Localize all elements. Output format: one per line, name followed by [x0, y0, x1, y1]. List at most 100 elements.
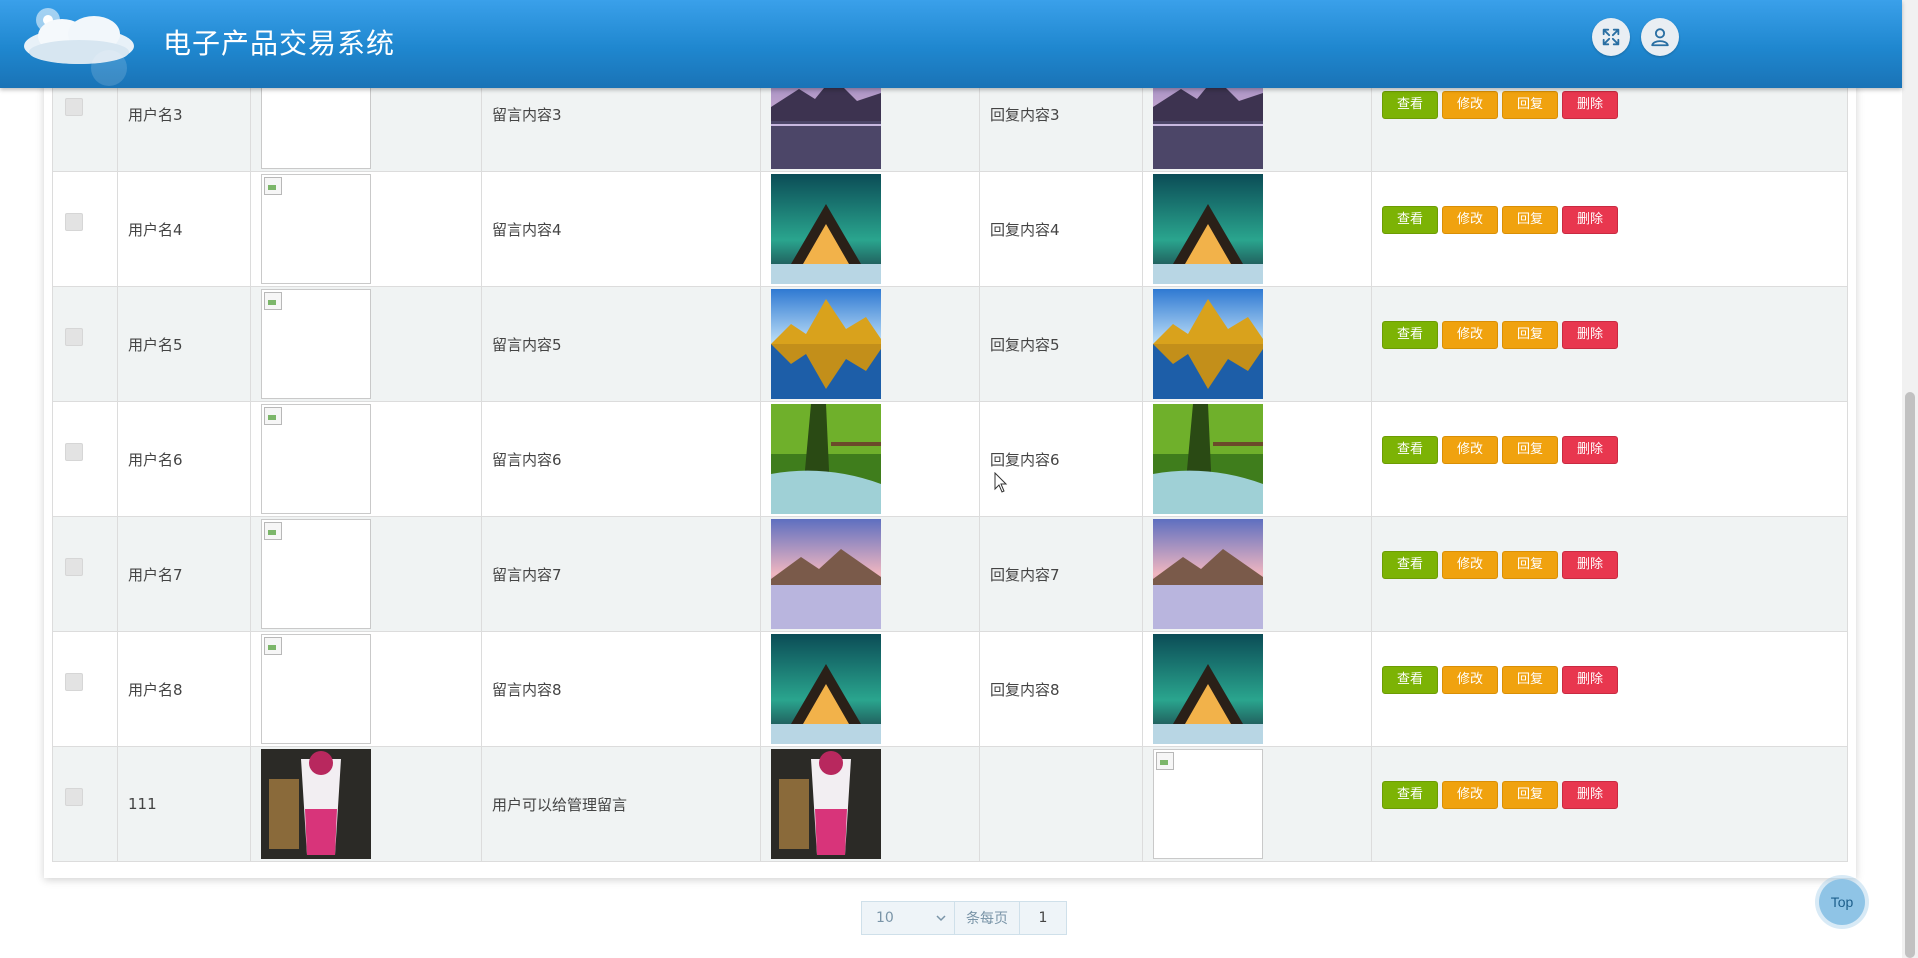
view-button[interactable]: 查看 — [1382, 435, 1439, 464]
avatar-image — [261, 749, 371, 859]
view-button[interactable]: 查看 — [1382, 320, 1439, 349]
delete-button[interactable]: 删除 — [1562, 665, 1619, 694]
edit-button[interactable]: 修改 — [1442, 320, 1499, 349]
reply-button[interactable]: 回复 — [1502, 90, 1559, 119]
reply-image — [1153, 174, 1263, 284]
row-checkbox[interactable] — [65, 558, 83, 576]
delete-button[interactable]: 删除 — [1562, 90, 1619, 119]
fullscreen-button[interactable] — [1592, 18, 1630, 56]
delete-button[interactable]: 删除 — [1562, 320, 1619, 349]
user-button[interactable] — [1641, 18, 1679, 56]
broken-image-icon — [261, 174, 371, 284]
reply-image — [1153, 519, 1263, 629]
reply-cell — [979, 746, 1143, 862]
edit-button[interactable]: 修改 — [1442, 90, 1499, 119]
back-to-top-button[interactable]: Top — [1819, 879, 1865, 925]
pagination: 10 条每页 1 — [861, 901, 1067, 935]
message-cell: 留言内容6 — [481, 401, 761, 517]
table-row: 用户名6 留言内容6 回复内容6 查看 修改 回复 删除 — [52, 401, 1848, 517]
reply-cell: 回复内容4 — [979, 171, 1143, 287]
username-cell: 用户名4 — [117, 171, 251, 287]
message-cell: 留言内容8 — [481, 631, 761, 747]
table-row: 用户名7 留言内容7 回复内容7 查看 修改 回复 删除 — [52, 516, 1848, 632]
table-row: 111 用户可以给管理留言 查看 修改 回复 删除 — [52, 746, 1848, 862]
edit-button[interactable]: 修改 — [1442, 205, 1499, 234]
page-size-value: 10 — [876, 910, 894, 926]
user-icon — [1651, 28, 1669, 47]
row-checkbox[interactable] — [65, 98, 83, 116]
vertical-scrollbar[interactable] — [1902, 0, 1918, 958]
actions-cell: 查看 修改 回复 删除 — [1371, 401, 1848, 517]
view-button[interactable]: 查看 — [1382, 780, 1439, 809]
message-cell: 用户可以给管理留言 — [481, 746, 761, 862]
message-image — [771, 174, 881, 284]
reply-button[interactable]: 回复 — [1502, 665, 1559, 694]
broken-image-icon — [261, 519, 371, 629]
reply-button[interactable]: 回复 — [1502, 550, 1559, 579]
row-checkbox[interactable] — [65, 213, 83, 231]
reply-button[interactable]: 回复 — [1502, 205, 1559, 234]
view-button[interactable]: 查看 — [1382, 205, 1439, 234]
username-cell: 111 — [117, 746, 251, 862]
page-size-select[interactable]: 10 — [862, 902, 955, 934]
table-row: 用户名8 留言内容8 回复内容8 查看 修改 回复 删除 — [52, 631, 1848, 747]
top-header: 电子产品交易系统 — [0, 0, 1902, 88]
table-row: 用户名5 留言内容5 回复内容5 查看 修改 回复 删除 — [52, 286, 1848, 402]
reply-image — [1153, 634, 1263, 744]
delete-button[interactable]: 删除 — [1562, 550, 1619, 579]
reply-button[interactable]: 回复 — [1502, 435, 1559, 464]
message-image — [771, 289, 881, 399]
page-number[interactable]: 1 — [1020, 902, 1066, 934]
username-cell: 用户名7 — [117, 516, 251, 632]
reply-cell: 回复内容5 — [979, 286, 1143, 402]
message-cell: 留言内容4 — [481, 171, 761, 287]
message-image — [771, 634, 881, 744]
message-image — [771, 519, 881, 629]
delete-button[interactable]: 删除 — [1562, 435, 1619, 464]
edit-button[interactable]: 修改 — [1442, 550, 1499, 579]
view-button[interactable]: 查看 — [1382, 665, 1439, 694]
actions-cell: 查看 修改 回复 删除 — [1371, 286, 1848, 402]
fullscreen-icon — [1602, 28, 1620, 46]
edit-button[interactable]: 修改 — [1442, 435, 1499, 464]
broken-image-icon — [261, 289, 371, 399]
mouse-cursor-icon — [994, 472, 1008, 493]
actions-cell: 查看 修改 回复 删除 — [1371, 631, 1848, 747]
reply-image — [1153, 289, 1263, 399]
view-button[interactable]: 查看 — [1382, 550, 1439, 579]
message-table: 用户名3 留言内容3 回复内容3 查看 修改 回复 删除 用户名4 留言内容4 回复内容4 查看 修改… — [52, 56, 1848, 862]
row-checkbox[interactable] — [65, 328, 83, 346]
row-checkbox[interactable] — [65, 443, 83, 461]
app-title: 电子产品交易系统 — [163, 27, 396, 60]
broken-image-icon — [1153, 749, 1263, 859]
edit-button[interactable]: 修改 — [1442, 665, 1499, 694]
reply-cell: 回复内容7 — [979, 516, 1143, 632]
broken-image-icon — [261, 404, 371, 514]
message-cell: 留言内容5 — [481, 286, 761, 402]
row-checkbox[interactable] — [65, 788, 83, 806]
actions-cell: 查看 修改 回复 删除 — [1371, 516, 1848, 632]
per-page-label: 条每页 — [955, 902, 1020, 934]
table-row: 用户名4 留言内容4 回复内容4 查看 修改 回复 删除 — [52, 171, 1848, 287]
username-cell: 用户名5 — [117, 286, 251, 402]
reply-button[interactable]: 回复 — [1502, 780, 1559, 809]
chevron-down-icon — [936, 915, 946, 922]
reply-cell: 回复内容8 — [979, 631, 1143, 747]
broken-image-icon — [261, 634, 371, 744]
delete-button[interactable]: 删除 — [1562, 205, 1619, 234]
view-button[interactable]: 查看 — [1382, 90, 1439, 119]
scrollbar-thumb[interactable] — [1905, 392, 1915, 958]
edit-button[interactable]: 修改 — [1442, 780, 1499, 809]
reply-button[interactable]: 回复 — [1502, 320, 1559, 349]
delete-button[interactable]: 删除 — [1562, 780, 1619, 809]
cloud-logo-icon — [24, 8, 134, 86]
reply-cell: 回复内容6 — [979, 401, 1143, 517]
row-checkbox[interactable] — [65, 673, 83, 691]
actions-cell: 查看 修改 回复 删除 — [1371, 171, 1848, 287]
username-cell: 用户名8 — [117, 631, 251, 747]
message-image — [771, 404, 881, 514]
message-image — [771, 749, 881, 859]
message-cell: 留言内容7 — [481, 516, 761, 632]
actions-cell: 查看 修改 回复 删除 — [1371, 746, 1848, 862]
username-cell: 用户名6 — [117, 401, 251, 517]
